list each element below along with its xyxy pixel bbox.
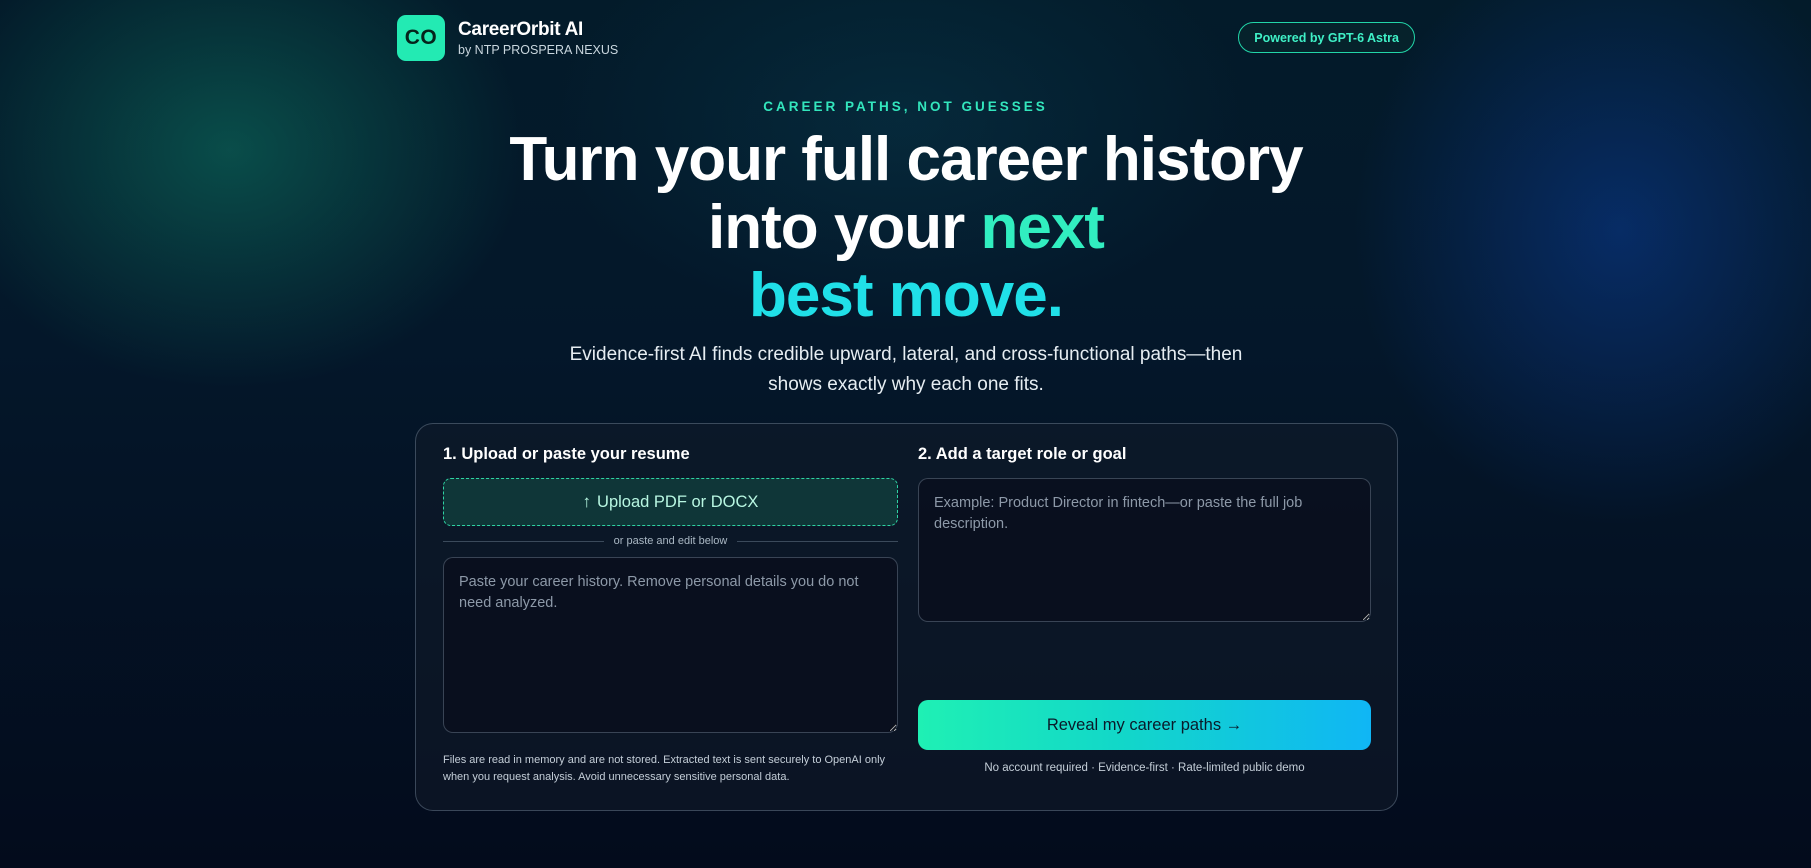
hero-subhead: Evidence-first AI finds credible upward,… <box>569 344 1243 395</box>
or-divider: or paste and edit below <box>443 534 898 548</box>
headline-accent-next: next <box>980 193 1104 262</box>
upload-file-button[interactable]: ↑ Upload PDF or DOCX <box>443 478 898 526</box>
headline-accent-best-move: best move. <box>749 261 1064 330</box>
privacy-disclaimer: Files are read in memory and are not sto… <box>443 754 886 783</box>
hero-eyebrow: CAREER PATHS, NOT GUESSES <box>763 99 1048 114</box>
site-header: CO CareerOrbit AI by NTP PROSPERA NEXUS … <box>397 15 1415 63</box>
brand-name[interactable]: CareerOrbit AI <box>458 19 583 41</box>
reveal-career-paths-button[interactable]: Reveal my career paths → <box>918 700 1371 750</box>
target-role-textarea[interactable] <box>918 478 1371 622</box>
hero-headline: Turn your full career history into your … <box>505 126 1307 330</box>
analysis-form-card: 1. Upload or paste your resume ↑ Upload … <box>415 423 1398 811</box>
up-arrow-icon: ↑ <box>582 492 592 511</box>
divider-line-left <box>443 540 604 542</box>
headline-text: Turn your full career history into your <box>509 125 1303 262</box>
logo-mark[interactable]: CO <box>397 15 445 61</box>
resume-textarea[interactable] <box>443 557 898 733</box>
upload-button-label: Upload PDF or DOCX <box>597 492 759 511</box>
step1-title: 1. Upload or paste your resume <box>443 445 690 463</box>
step2-title: 2. Add a target role or goal <box>918 445 1127 463</box>
brand-subtitle: by NTP PROSPERA NEXUS <box>458 43 619 57</box>
divider-line-right <box>737 540 898 542</box>
powered-by-badge: Powered by GPT-6 Astra <box>1238 22 1415 53</box>
form-footnote: No account required · Evidence-first · R… <box>984 762 1305 774</box>
divider-text: or paste and edit below <box>613 535 728 547</box>
